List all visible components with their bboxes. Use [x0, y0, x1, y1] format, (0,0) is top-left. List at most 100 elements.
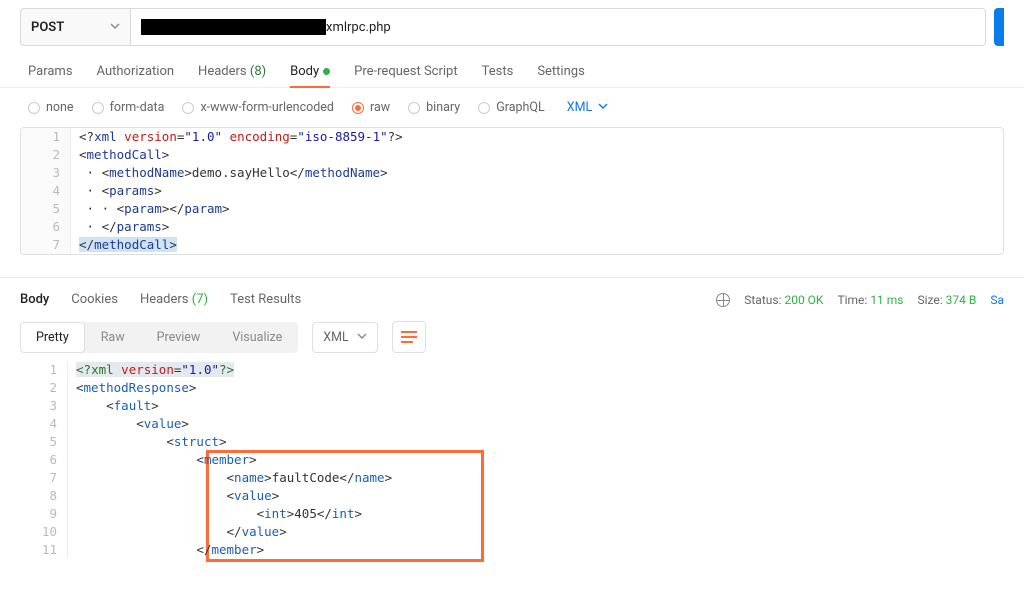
- http-method-select[interactable]: POST: [20, 8, 130, 46]
- code-line: <struct>: [68, 433, 1004, 451]
- view-mode-raw[interactable]: Raw: [85, 322, 141, 353]
- body-type-formdata[interactable]: form-data: [92, 100, 165, 115]
- tab-headers-label: Headers: [198, 64, 247, 79]
- tab-prerequest[interactable]: Pre-request Script: [354, 64, 457, 87]
- radio-label: form-data: [110, 100, 165, 115]
- response-headers-label: Headers: [140, 292, 189, 307]
- line-number: 2: [21, 146, 71, 164]
- code-line: · <methodName>demo.sayHello</methodName>: [71, 164, 1003, 182]
- body-format-label: XML: [567, 100, 592, 115]
- response-format-label: XML: [323, 330, 348, 345]
- view-mode-visualize[interactable]: Visualize: [216, 322, 298, 353]
- wrap-icon: [401, 331, 417, 343]
- radio-label: binary: [426, 100, 460, 115]
- line-number: 11: [20, 541, 68, 559]
- radio-label: raw: [370, 100, 390, 115]
- code-line: </value>: [68, 523, 1004, 541]
- line-number: 4: [21, 182, 71, 200]
- tab-params[interactable]: Params: [28, 64, 73, 87]
- line-number: 9: [20, 505, 68, 523]
- response-format-select[interactable]: XML: [312, 322, 377, 353]
- body-type-raw[interactable]: raw: [352, 100, 390, 115]
- line-number: 10: [20, 523, 68, 541]
- chevron-down-icon: [110, 20, 120, 35]
- response-body-editor[interactable]: 1<?xml version="1.0"?> 2<methodResponse>…: [20, 361, 1004, 559]
- body-type-graphql[interactable]: GraphQL: [478, 100, 545, 115]
- code-line: <?xml version="1.0"?>: [68, 361, 1004, 379]
- response-headers-count: (7): [192, 292, 208, 307]
- send-button[interactable]: [994, 8, 1004, 46]
- response-tab-cookies[interactable]: Cookies: [71, 292, 118, 307]
- wrap-lines-button[interactable]: [392, 321, 426, 353]
- tab-headers[interactable]: Headers (8): [198, 64, 266, 87]
- radio-icon: [352, 102, 364, 114]
- headers-count: (8): [250, 64, 266, 79]
- code-line: </member>: [68, 541, 1004, 559]
- tab-authorization[interactable]: Authorization: [97, 64, 175, 87]
- line-number: 3: [20, 397, 68, 415]
- request-tabs: Params Authorization Headers (8) Body Pr…: [0, 54, 1024, 88]
- code-line: · </params>: [71, 218, 1003, 236]
- tab-tests[interactable]: Tests: [482, 64, 514, 87]
- request-bar: POST xmlrpc.php: [0, 0, 1024, 54]
- radio-label: none: [46, 100, 74, 115]
- url-visible-suffix: xmlrpc.php: [326, 20, 391, 35]
- request-url-input[interactable]: xmlrpc.php: [130, 8, 986, 46]
- line-number: 7: [21, 236, 71, 254]
- body-type-none[interactable]: none: [28, 100, 74, 115]
- radio-icon: [408, 102, 420, 114]
- line-number: 5: [21, 200, 71, 218]
- response-tab-headers[interactable]: Headers (7): [140, 292, 208, 307]
- code-line: <member>: [68, 451, 1004, 469]
- globe-icon[interactable]: [716, 293, 730, 307]
- body-type-urlencoded[interactable]: x-www-form-urlencoded: [182, 100, 334, 115]
- view-mode-preview[interactable]: Preview: [141, 322, 217, 353]
- code-line: <fault>: [68, 397, 1004, 415]
- line-number: 2: [20, 379, 68, 397]
- code-line: <int>405</int>: [68, 505, 1004, 523]
- body-format-select[interactable]: XML: [567, 100, 608, 115]
- radio-icon: [28, 102, 40, 114]
- radio-icon: [182, 102, 194, 114]
- line-number: 1: [20, 361, 68, 379]
- response-tabs: Body Cookies Headers (7) Test Results St…: [0, 277, 1024, 317]
- line-number: 8: [20, 487, 68, 505]
- code-line: <?xml version="1.0" encoding="iso-8859-1…: [71, 128, 1003, 146]
- view-mode-group: Pretty Raw Preview Visualize: [20, 322, 298, 353]
- view-mode-pretty[interactable]: Pretty: [20, 322, 85, 353]
- line-number: 4: [20, 415, 68, 433]
- radio-icon: [478, 102, 490, 114]
- code-line: <value>: [68, 415, 1004, 433]
- tab-body-label: Body: [290, 64, 319, 79]
- line-number: 6: [20, 451, 68, 469]
- line-number: 6: [21, 218, 71, 236]
- line-number: 3: [21, 164, 71, 182]
- body-type-binary[interactable]: binary: [408, 100, 460, 115]
- code-line: · · <param></param>: [71, 200, 1003, 218]
- save-response-button[interactable]: Sa: [990, 293, 1004, 307]
- code-line: </methodCall>: [71, 236, 1003, 254]
- line-number: 7: [20, 469, 68, 487]
- response-meta: Status: 200 OK Time: 11 ms Size: 374 B S…: [716, 293, 1004, 307]
- status-meta: Status: 200 OK: [744, 293, 823, 307]
- line-number: 1: [21, 128, 71, 146]
- tab-settings[interactable]: Settings: [537, 64, 584, 87]
- radio-label: GraphQL: [496, 100, 545, 115]
- request-body-editor[interactable]: 1<?xml version="1.0" encoding="iso-8859-…: [20, 127, 1004, 255]
- response-tab-body[interactable]: Body: [20, 292, 49, 307]
- size-meta: Size: 374 B: [918, 293, 977, 307]
- code-line: <methodCall>: [71, 146, 1003, 164]
- response-view-toolbar: Pretty Raw Preview Visualize XML: [0, 317, 1024, 357]
- modified-dot-icon: [323, 68, 330, 75]
- response-tab-tests[interactable]: Test Results: [230, 292, 301, 307]
- http-method-value: POST: [31, 20, 64, 35]
- radio-icon: [92, 102, 104, 114]
- code-line: · <params>: [71, 182, 1003, 200]
- tab-body[interactable]: Body: [290, 64, 330, 87]
- redacted-url-part: [141, 19, 326, 35]
- body-type-row: none form-data x-www-form-urlencoded raw…: [0, 88, 1024, 123]
- code-line: <value>: [68, 487, 1004, 505]
- line-number: 5: [20, 433, 68, 451]
- chevron-down-icon: [357, 330, 367, 345]
- code-line: <methodResponse>: [68, 379, 1004, 397]
